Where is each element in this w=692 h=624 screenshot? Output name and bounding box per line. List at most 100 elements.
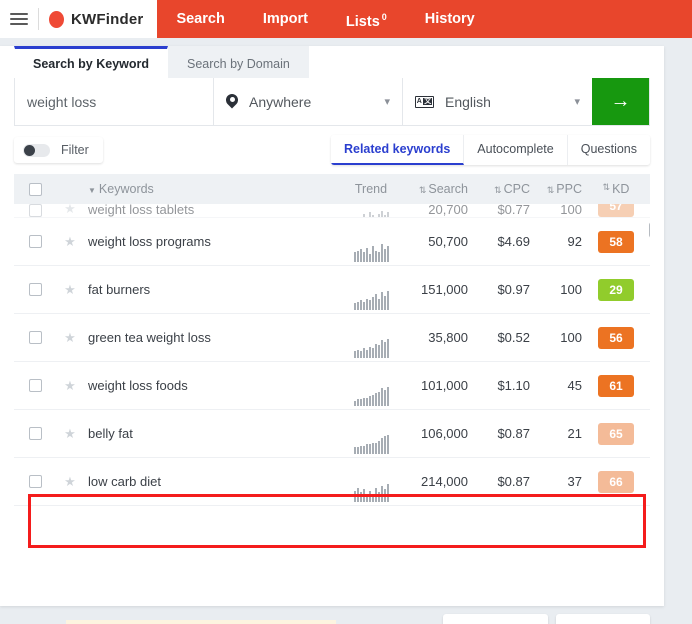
row-cpc: $0.77: [497, 204, 530, 217]
sort-icon: ⇅: [602, 182, 610, 192]
row-keyword: fat burners: [88, 282, 151, 297]
header-keywords[interactable]: ▼ Keywords: [84, 182, 340, 196]
sort-icon: ⇅: [494, 185, 501, 195]
nav-item-lists[interactable]: Lists 0: [327, 0, 406, 40]
location-value: Anywhere: [249, 93, 312, 110]
row-cpc: $0.97: [497, 282, 530, 297]
table-row[interactable]: ★ fat burners 151,000 $0.97 100 29: [14, 266, 650, 314]
filter-switch[interactable]: [23, 143, 50, 157]
trend-sparkline: [340, 204, 402, 217]
search-submit-button[interactable]: →: [592, 78, 649, 125]
tab-label: Search by Domain: [187, 56, 290, 71]
row-ppc: 37: [567, 474, 582, 489]
header-cpc[interactable]: ⇅ CPC: [468, 182, 530, 196]
results-type-segmented-control: Related keywords Autocomplete Questions: [330, 135, 650, 165]
star-icon[interactable]: ★: [64, 330, 76, 346]
header-ppc[interactable]: ⇅ PPC: [530, 182, 582, 196]
segment-questions[interactable]: Questions: [567, 135, 650, 165]
table-row[interactable]: ★ green tea weight loss 35,800 $0.52 100 56: [14, 314, 650, 362]
row-ppc: 100: [560, 282, 582, 297]
row-checkbox-cell: [14, 204, 56, 217]
row-kd-cell: 56: [582, 326, 650, 349]
row-search-volume: 20,700: [428, 204, 468, 217]
segment-autocomplete[interactable]: Autocomplete: [464, 135, 568, 165]
row-checkbox[interactable]: [28, 204, 42, 217]
row-kd-cell: 58: [582, 230, 650, 253]
row-checkbox[interactable]: [28, 475, 42, 488]
row-kd-cell: 61: [582, 374, 650, 397]
nav-label-history: History: [424, 11, 475, 27]
nav-label-import: Import: [262, 11, 308, 27]
nav-item-search[interactable]: Search: [157, 0, 243, 38]
footer-buttons: ★ Add to list ⭳ Export ▾: [443, 614, 650, 624]
row-checkbox[interactable]: [28, 331, 42, 344]
row-checkbox[interactable]: [28, 379, 42, 392]
kd-badge: 65: [598, 422, 634, 445]
star-icon[interactable]: ★: [64, 204, 76, 217]
header-search[interactable]: ⇅ Search: [402, 182, 468, 196]
star-icon[interactable]: ★: [64, 426, 76, 442]
row-favorite-cell: ★: [56, 474, 84, 490]
row-keyword: belly fat: [88, 426, 133, 441]
kd-badge: 61: [598, 374, 634, 397]
export-button[interactable]: ⭳ Export ▾: [555, 614, 650, 624]
upgrade-notice: There are more keywords available. Upgra…: [66, 620, 337, 624]
trend-sparkline: [340, 336, 402, 358]
keyword-input-value: weight loss: [27, 93, 97, 110]
row-favorite-cell: ★: [56, 204, 84, 217]
tab-search-by-keyword[interactable]: Search by Keyword: [14, 46, 169, 78]
row-checkbox[interactable]: [28, 235, 42, 248]
trend-sparkline: [340, 432, 402, 454]
row-checkbox[interactable]: [28, 427, 42, 440]
kd-badge: 66: [598, 470, 634, 493]
header-kd[interactable]: ⇅ KD: [582, 182, 650, 196]
nav-label-lists: Lists: [345, 13, 380, 30]
star-icon[interactable]: ★: [64, 234, 76, 250]
header-label: PPC: [556, 182, 582, 196]
table-row[interactable]: ★ weight loss tablets 20,700 $0.77 100 57: [14, 204, 650, 218]
add-to-list-button[interactable]: ★ Add to list: [443, 614, 548, 624]
select-all-checkbox[interactable]: [28, 182, 42, 196]
arrow-right-icon: →: [610, 90, 631, 112]
header-label: KD: [612, 182, 630, 196]
table-row[interactable]: ★ low carb diet 214,000 $0.87 37 66: [14, 458, 650, 506]
nav-item-import[interactable]: Import: [244, 0, 327, 38]
table-row[interactable]: ★ weight loss foods 101,000 $1.10 45 61: [14, 362, 650, 410]
row-checkbox-cell: [14, 379, 56, 392]
table-row[interactable]: ★ belly fat 106,000 $0.87 21 65: [14, 410, 650, 458]
chevron-down-icon: ▼: [88, 186, 96, 195]
row-ppc: 92: [567, 234, 582, 249]
segment-related-keywords[interactable]: Related keywords: [330, 135, 465, 165]
hamburger-icon[interactable]: [10, 13, 28, 25]
star-icon[interactable]: ★: [64, 474, 76, 490]
table-scrollbar-thumb[interactable]: [649, 222, 650, 238]
sort-icon: ⇅: [546, 185, 554, 195]
row-favorite-cell: ★: [56, 378, 84, 394]
kd-badge: 57: [598, 204, 634, 217]
row-favorite-cell: ★: [56, 426, 84, 442]
chevron-down-icon: ▾: [384, 96, 390, 108]
row-kd-cell: 29: [582, 278, 650, 301]
segment-label: Autocomplete: [477, 142, 554, 156]
main-nav: Search Import Lists 0 History: [157, 0, 493, 38]
tab-search-by-domain[interactable]: Search by Domain: [168, 46, 309, 78]
tab-label: Search by Keyword: [33, 56, 150, 71]
row-kd-cell: 66: [582, 470, 650, 493]
row-search-volume: 151,000: [421, 282, 468, 297]
location-select[interactable]: Anywhere ▾: [214, 78, 403, 125]
keyword-input[interactable]: weight loss: [15, 78, 214, 125]
filter-toggle-button[interactable]: Filter: [14, 137, 103, 163]
top-navigation-bar: KWFinder Search Import Lists 0 History: [0, 0, 692, 38]
nav-item-history[interactable]: History: [406, 0, 494, 38]
star-icon[interactable]: ★: [64, 378, 76, 394]
kd-badge: 29: [598, 278, 634, 301]
row-cpc: $0.87: [497, 474, 530, 489]
row-favorite-cell: ★: [56, 330, 84, 346]
row-checkbox[interactable]: [28, 283, 42, 296]
table-row[interactable]: ★ weight loss programs 50,700 $4.69 92 58: [14, 218, 650, 266]
nav-label-search: Search: [176, 11, 225, 27]
star-icon[interactable]: ★: [64, 282, 76, 298]
header-label: Search: [428, 182, 468, 196]
header-label: CPC: [503, 182, 530, 196]
language-select[interactable]: A文 English ▾: [403, 78, 592, 125]
